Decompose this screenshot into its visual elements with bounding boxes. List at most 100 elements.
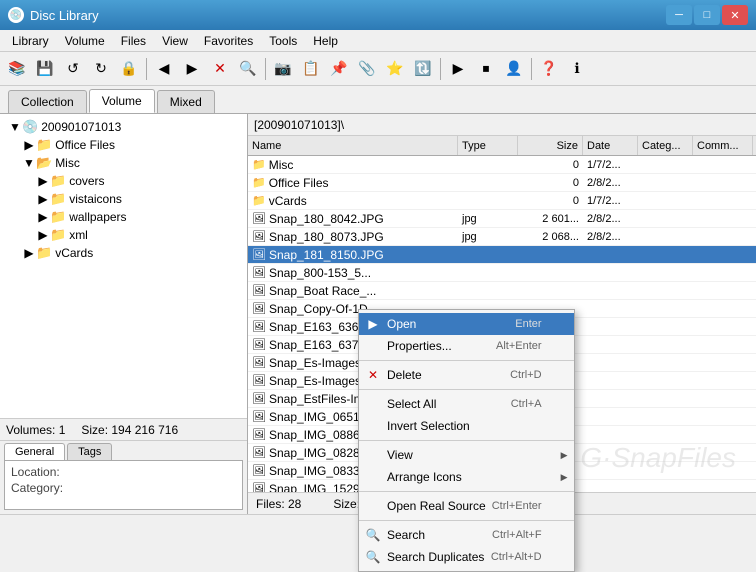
ctx-item-invert-selection[interactable]: Invert Selection xyxy=(359,415,574,437)
menu-view[interactable]: View xyxy=(154,30,196,51)
tree-item-covers[interactable]: ▶ 📁 covers xyxy=(4,172,243,190)
folder-icon-xml: 📁 xyxy=(50,227,66,243)
ctx-shortcut: Alt+Enter xyxy=(496,340,542,352)
info-tabs: General Tags xyxy=(0,441,247,460)
toolbar-btn-attach[interactable]: 📎 xyxy=(354,56,380,82)
tree-item-office[interactable]: ▶ 📁 Office Files xyxy=(4,136,243,154)
col-header-date[interactable]: Date xyxy=(583,136,638,155)
tab-general[interactable]: General xyxy=(4,443,65,460)
tree-item-misc[interactable]: ▼ 📂 Misc xyxy=(4,154,243,172)
ctx-item-search[interactable]: 🔍SearchCtrl+Alt+F xyxy=(359,524,574,546)
toolbar-btn-r1[interactable]: ↺ xyxy=(60,56,86,82)
tree-item-vistaicons[interactable]: ▶ 📁 vistaicons xyxy=(4,190,243,208)
ctx-item-select-all[interactable]: Select AllCtrl+A xyxy=(359,393,574,415)
ctx-item-arrange-icons[interactable]: Arrange Icons xyxy=(359,466,574,488)
file-row[interactable]: 🖼 Snap_180_8073.JPG jpg 2 068... 2/8/2..… xyxy=(248,228,756,246)
tree-toggle-covers[interactable]: ▶ xyxy=(36,174,50,188)
ctx-label: Open xyxy=(387,317,416,331)
toolbar-btn-clipboard[interactable]: 📋 xyxy=(298,56,324,82)
col-header-comm[interactable]: Comm... xyxy=(693,136,753,155)
ctx-item-open[interactable]: ▶OpenEnter xyxy=(359,313,574,335)
ctx-item-view[interactable]: View xyxy=(359,444,574,466)
menu-tools[interactable]: Tools xyxy=(261,30,305,51)
cell-type: jpg xyxy=(458,231,518,243)
menu-files[interactable]: Files xyxy=(113,30,154,51)
menu-favorites[interactable]: Favorites xyxy=(196,30,261,51)
file-icon: 🖼 xyxy=(252,302,266,315)
toolbar-btn-stop2[interactable]: ⏹ xyxy=(473,56,499,82)
toolbar-btn-camera[interactable]: 📷 xyxy=(270,56,296,82)
tree-label-covers: covers xyxy=(69,174,104,188)
toolbar-btn-lock[interactable]: 🔒 xyxy=(116,56,142,82)
close-button[interactable]: ✕ xyxy=(722,5,748,25)
ctx-item-search-duplicates[interactable]: 🔍Search DuplicatesCtrl+Alt+D xyxy=(359,546,574,568)
col-header-name[interactable]: Name xyxy=(248,136,458,155)
minimize-button[interactable]: ─ xyxy=(666,5,692,25)
menu-library[interactable]: Library xyxy=(4,30,57,51)
cell-date: 1/7/2... xyxy=(583,159,638,171)
ctx-item-properties...[interactable]: Properties...Alt+Enter xyxy=(359,335,574,357)
toolbar-btn-back[interactable]: ◀ xyxy=(151,56,177,82)
ctx-delete-icon: ✕ xyxy=(365,367,381,383)
tree-toggle-misc[interactable]: ▼ xyxy=(22,156,36,170)
cell-size: 2 601... xyxy=(518,213,583,225)
toolbar-btn-user[interactable]: 👤 xyxy=(501,56,527,82)
tab-volume[interactable]: Volume xyxy=(89,89,155,113)
menu-help[interactable]: Help xyxy=(305,30,346,51)
title-bar: 💿 Disc Library ─ □ ✕ xyxy=(0,0,756,30)
toolbar-btn-library[interactable]: 📚 xyxy=(4,56,30,82)
col-header-cat[interactable]: Categ... xyxy=(638,136,693,155)
file-row[interactable]: 🖼 Snap_180_8042.JPG jpg 2 601... 2/8/2..… xyxy=(248,210,756,228)
file-icon: 📁 xyxy=(252,158,266,171)
ctx-icon xyxy=(365,498,381,514)
toolbar-btn-stop[interactable]: ✕ xyxy=(207,56,233,82)
category-label: Category: xyxy=(11,481,71,495)
cell-name: 📁 Misc xyxy=(248,158,458,172)
file-row[interactable]: 🖼 Snap_Boat Race_... xyxy=(248,282,756,300)
tree-toggle-wallpapers[interactable]: ▶ xyxy=(36,210,50,224)
tab-tags[interactable]: Tags xyxy=(67,443,112,460)
file-row[interactable]: 📁 vCards 0 1/7/2... xyxy=(248,192,756,210)
cell-size: 0 xyxy=(518,159,583,171)
maximize-button[interactable]: □ xyxy=(694,5,720,25)
cell-date: 2/8/2... xyxy=(583,177,638,189)
file-row[interactable]: 📁 Office Files 0 2/8/2... xyxy=(248,174,756,192)
toolbar-btn-star[interactable]: ⭐ xyxy=(382,56,408,82)
toolbar-btn-save[interactable]: 💾 xyxy=(32,56,58,82)
context-menu: ▶OpenEnterProperties...Alt+Enter ✕DeleteC… xyxy=(358,309,575,572)
file-row[interactable]: 📁 Misc 0 1/7/2... xyxy=(248,156,756,174)
tree-toggle-root[interactable]: ▼ xyxy=(8,120,22,134)
toolbar-btn-help[interactable]: ❓ xyxy=(536,56,562,82)
toolbar-btn-search[interactable]: 🔍 xyxy=(235,56,261,82)
tree-area[interactable]: ▼ 💿 200901071013 ▶ 📁 Office Files ▼ 📂 Mi… xyxy=(0,114,247,418)
main-area: ▼ 💿 200901071013 ▶ 📁 Office Files ▼ 📂 Mi… xyxy=(0,114,756,514)
ctx-separator xyxy=(359,360,574,361)
file-row[interactable]: 🖼 Snap_800-153_5... xyxy=(248,264,756,282)
ctx-item-delete[interactable]: ✕DeleteCtrl+D xyxy=(359,364,574,386)
col-header-type[interactable]: Type xyxy=(458,136,518,155)
toolbar-btn-pin[interactable]: 📌 xyxy=(326,56,352,82)
tab-mixed[interactable]: Mixed xyxy=(157,90,215,113)
tree-toggle-vcards[interactable]: ▶ xyxy=(22,246,36,260)
tree-item-root[interactable]: ▼ 💿 200901071013 xyxy=(4,118,243,136)
toolbar-btn-sync[interactable]: 🔃 xyxy=(410,56,436,82)
menu-volume[interactable]: Volume xyxy=(57,30,113,51)
file-row[interactable]: 🖼 Snap_181_8150.JPG xyxy=(248,246,756,264)
toolbar-btn-r2[interactable]: ↻ xyxy=(88,56,114,82)
tree-toggle-office[interactable]: ▶ xyxy=(22,138,36,152)
tree-item-wallpapers[interactable]: ▶ 📁 wallpapers xyxy=(4,208,243,226)
tree-toggle-xml[interactable]: ▶ xyxy=(36,228,50,242)
toolbar-btn-info[interactable]: ℹ xyxy=(564,56,590,82)
tree-item-xml[interactable]: ▶ 📁 xml xyxy=(4,226,243,244)
file-icon: 🖼 xyxy=(252,284,266,297)
file-icon: 🖼 xyxy=(252,482,266,492)
tree-item-vcards[interactable]: ▶ 📁 vCards xyxy=(4,244,243,262)
ctx-item-open-real-source[interactable]: Open Real SourceCtrl+Enter xyxy=(359,495,574,517)
file-icon: 🖼 xyxy=(252,230,266,243)
col-header-size[interactable]: Size xyxy=(518,136,583,155)
toolbar-btn-forward[interactable]: ▶ xyxy=(179,56,205,82)
tab-collection[interactable]: Collection xyxy=(8,90,87,113)
tree-toggle-vistaicons[interactable]: ▶ xyxy=(36,192,50,206)
toolbar-btn-play[interactable]: ▶ xyxy=(445,56,471,82)
ctx-icon xyxy=(365,469,381,485)
